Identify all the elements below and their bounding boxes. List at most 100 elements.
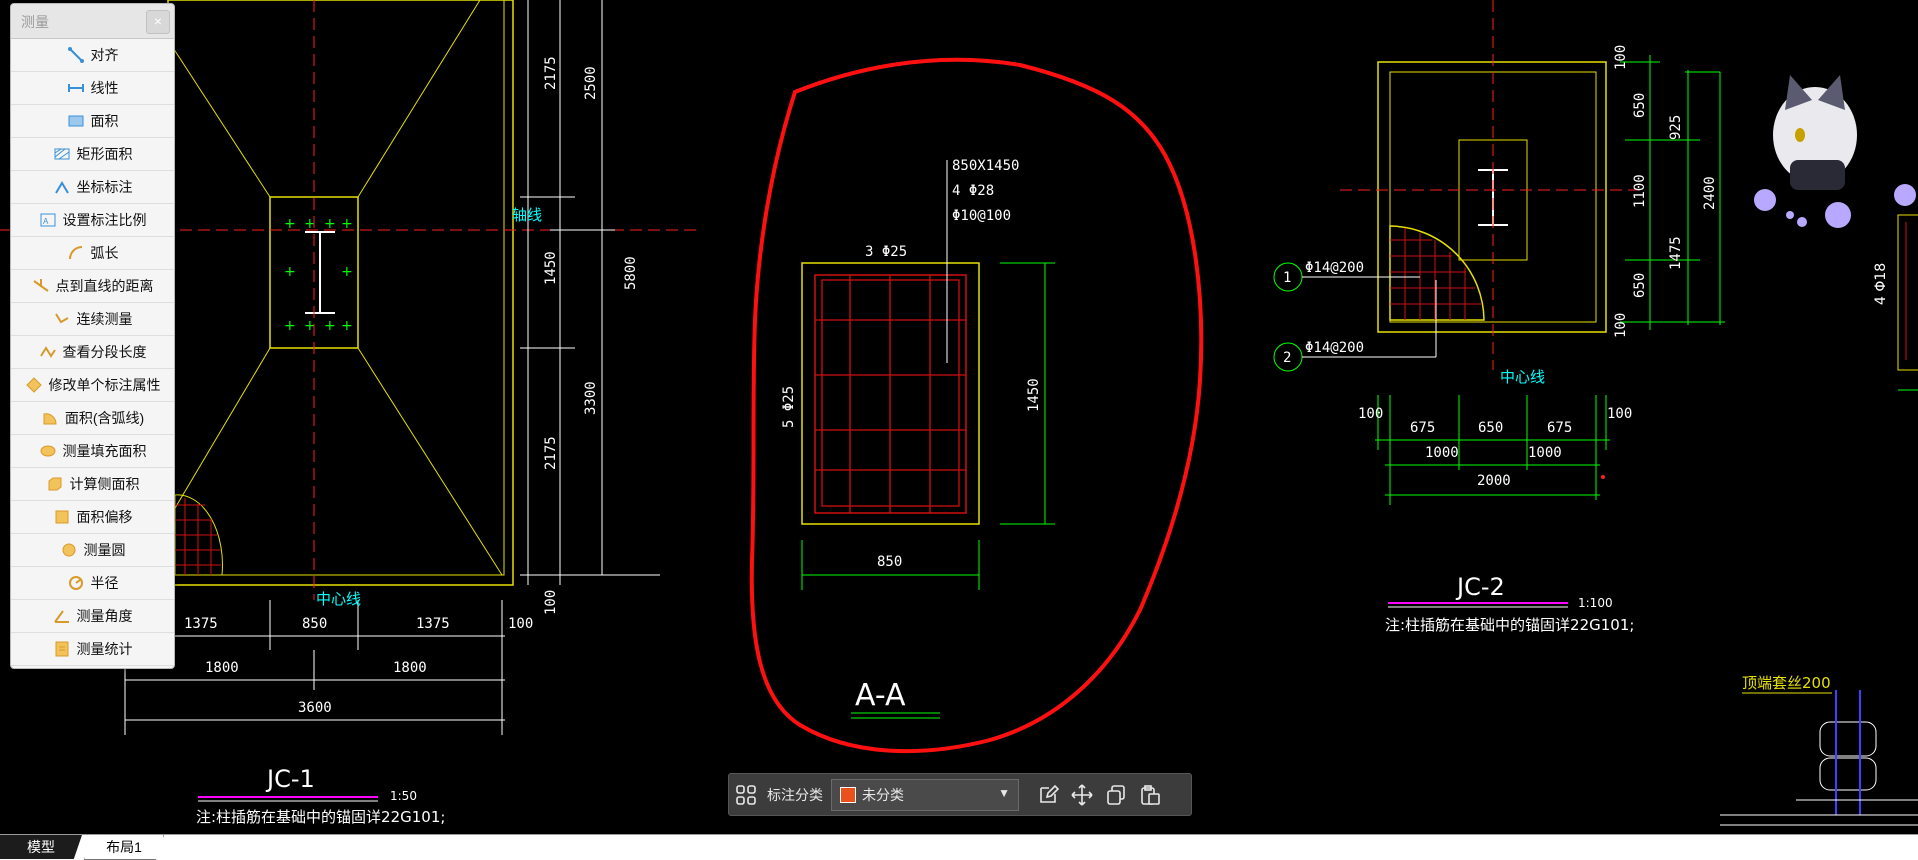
dim-text: 2000 bbox=[1477, 473, 1511, 489]
scale-icon: A bbox=[39, 211, 57, 229]
area-offset-icon bbox=[53, 508, 71, 526]
jc2-scale: 1:100 bbox=[1578, 596, 1613, 610]
dim-text: 1800 bbox=[205, 660, 239, 676]
svg-text:+: + bbox=[341, 318, 353, 334]
annotation-toolbar: 标注分类 未分类 ▼ bbox=[728, 773, 1192, 816]
dim-text: 850 bbox=[877, 554, 902, 570]
measure-tool-label: 面积偏移 bbox=[76, 509, 133, 525]
paste-icon[interactable] bbox=[1133, 778, 1167, 812]
tab-layout1[interactable]: 布局1 bbox=[84, 835, 164, 860]
copy-icon[interactable] bbox=[1099, 778, 1133, 812]
measure-tool-item[interactable]: A 设置标注比例 bbox=[11, 204, 174, 237]
measure-tool-label: 连续测量 bbox=[76, 311, 133, 327]
point-line-distance-icon bbox=[32, 277, 50, 295]
cad-drawing-canvas[interactable]: + + + + + + + + + + 2175 2500 1450 5800 3 bbox=[0, 0, 1918, 834]
dim-text: 2175 bbox=[543, 436, 559, 470]
measure-panel-title: 测量 bbox=[21, 14, 49, 30]
measure-tool-item[interactable]: 测量角度 bbox=[11, 600, 174, 633]
measure-tool-label: 计算侧面积 bbox=[69, 476, 140, 492]
grid-view-icon[interactable] bbox=[729, 778, 763, 812]
measure-tool-item[interactable]: 对齐 bbox=[11, 39, 174, 72]
hatch-area-icon bbox=[39, 442, 57, 460]
area-icon bbox=[67, 112, 85, 130]
layout-tabbar: 模型 布局1 bbox=[0, 834, 1918, 860]
section-title: A-A bbox=[855, 678, 906, 713]
close-button[interactable]: × bbox=[146, 10, 170, 34]
measure-tool-item[interactable]: 线性 bbox=[11, 72, 174, 105]
measure-tool-item[interactable]: 计算侧面积 bbox=[11, 468, 174, 501]
marker-number: 1 bbox=[1283, 270, 1291, 286]
svg-text:+: + bbox=[341, 264, 353, 280]
measure-tool-item[interactable]: 修改单个标注属性 bbox=[11, 369, 174, 402]
measure-tool-item[interactable]: 测量填充面积 bbox=[11, 435, 174, 468]
dim-text: 925 bbox=[1668, 115, 1684, 140]
measure-tool-label: 测量填充面积 bbox=[62, 443, 147, 459]
measure-panel-header: 测量 × bbox=[11, 4, 174, 39]
dim-text: 650 bbox=[1632, 273, 1648, 298]
measure-tool-item[interactable]: 半径 bbox=[11, 567, 174, 600]
measure-panel: 测量 × 对齐线性面积矩形面积坐标标注 A 设置标注比例 弧长点到直线的距离 连续测量查… bbox=[10, 3, 175, 669]
jc1-note: 注:柱插筋在基础中的锚固详22G101; bbox=[196, 808, 445, 826]
measure-tool-label: 测量统计 bbox=[76, 641, 133, 657]
marker-number: 2 bbox=[1283, 350, 1291, 366]
statistics-icon bbox=[53, 640, 71, 658]
dim-text: 650 bbox=[1632, 93, 1648, 118]
measure-tool-label: 设置标注比例 bbox=[62, 212, 147, 228]
dim-text: 1000 bbox=[1425, 445, 1459, 461]
edit-annotation-icon bbox=[25, 376, 43, 394]
side-area-icon bbox=[46, 475, 64, 493]
align-measure-icon bbox=[67, 46, 85, 64]
category-label: 标注分类 bbox=[767, 786, 823, 803]
measure-tool-label: 对齐 bbox=[90, 47, 119, 63]
measure-tool-label: 测量角度 bbox=[76, 608, 133, 624]
bolt-label: 顶端套丝200 bbox=[1742, 674, 1831, 692]
measure-tool-label: 弧长 bbox=[90, 245, 119, 261]
section-spec: Φ10@100 bbox=[952, 208, 1011, 224]
measure-tool-item[interactable]: 点到直线的距离 bbox=[11, 270, 174, 303]
rect-area-icon bbox=[53, 145, 71, 163]
measure-tool-item[interactable]: 坐标标注 bbox=[11, 171, 174, 204]
measure-tool-item[interactable]: 查看分段长度 bbox=[11, 336, 174, 369]
dim-text: 3300 bbox=[583, 381, 599, 415]
measure-tool-label: 修改单个标注属性 bbox=[48, 377, 161, 393]
category-select[interactable]: 未分类 ▼ bbox=[831, 778, 1019, 811]
measure-tool-item[interactable]: 测量统计 bbox=[11, 633, 174, 666]
chevron-down-icon: ▼ bbox=[998, 785, 1010, 800]
radius-icon bbox=[67, 574, 85, 592]
tab-model[interactable]: 模型 bbox=[0, 835, 82, 859]
measure-tool-item[interactable]: 测量圆 bbox=[11, 534, 174, 567]
dim-text: 1000 bbox=[1528, 445, 1562, 461]
measure-tool-label: 线性 bbox=[90, 80, 119, 96]
section-aa: 850X1450 4 Φ28 Φ10@100 3 Φ25 5 Φ25 1450 … bbox=[749, 57, 1204, 754]
jc1-title: JC-1 bbox=[265, 765, 315, 793]
svg-text:A: A bbox=[43, 217, 49, 226]
section-spec: 850X1450 bbox=[952, 158, 1019, 174]
rebar-label: Φ14@200 bbox=[1305, 260, 1364, 276]
measure-tool-item[interactable]: 连续测量 bbox=[11, 303, 174, 336]
measure-tool-item[interactable]: 面积(含弧线) bbox=[11, 402, 174, 435]
dim-text: 100 bbox=[543, 590, 559, 615]
jc2-title: JC-2 bbox=[1455, 573, 1505, 601]
measure-tool-item[interactable]: 面积 bbox=[11, 105, 174, 138]
measure-tool-label: 点到直线的距离 bbox=[55, 278, 154, 294]
measure-tool-label: 查看分段长度 bbox=[62, 344, 147, 360]
dim-text: 2175 bbox=[543, 56, 559, 90]
measure-tool-item[interactable]: 矩形面积 bbox=[11, 138, 174, 171]
side-rebar-label: 5 Φ25 bbox=[781, 386, 797, 428]
measure-tool-item[interactable]: 弧长 bbox=[11, 237, 174, 270]
move-icon[interactable] bbox=[1065, 778, 1099, 812]
dim-text: 675 bbox=[1547, 420, 1572, 436]
category-color-swatch bbox=[840, 786, 856, 803]
svg-text:+: + bbox=[284, 264, 296, 280]
edit-icon[interactable] bbox=[1031, 778, 1065, 812]
measure-tool-label: 半径 bbox=[90, 575, 119, 591]
arc-length-icon bbox=[67, 244, 85, 262]
dim-text: 1375 bbox=[416, 616, 450, 632]
coordinate-icon bbox=[53, 178, 71, 196]
dim-text: 675 bbox=[1410, 420, 1435, 436]
measure-tool-label: 矩形面积 bbox=[76, 146, 133, 162]
measure-tool-item[interactable]: 面积偏移 bbox=[11, 501, 174, 534]
dim-text: 5800 bbox=[623, 256, 639, 290]
dim-text: 100 bbox=[1358, 406, 1383, 422]
rebar-label: 4 Φ18 bbox=[1873, 263, 1889, 305]
